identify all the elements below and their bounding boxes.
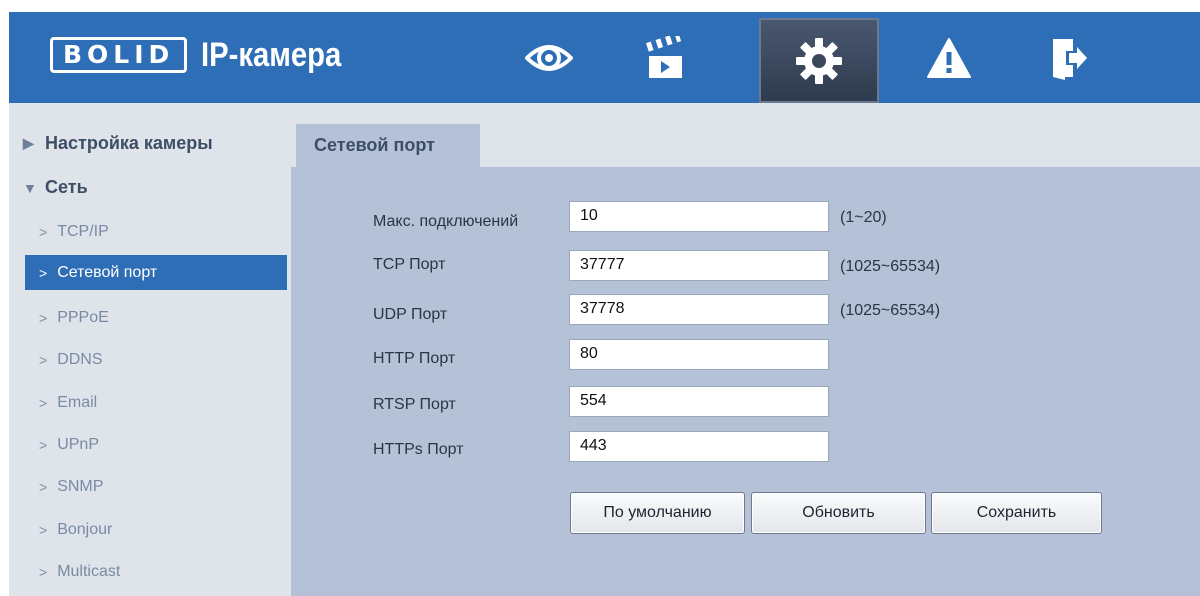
tcp-port-range: (1025~65534) <box>840 258 941 275</box>
logout-icon <box>1053 38 1087 80</box>
udp-port-label: UDP Порт <box>373 306 448 323</box>
sidebar-item-label: Bonjour <box>57 520 113 538</box>
tcp-port-input[interactable] <box>569 250 829 281</box>
sidebar-item-multicast[interactable]: > Multicast <box>25 554 287 589</box>
eye-icon <box>525 44 573 71</box>
chevron-right-icon: > <box>39 264 48 281</box>
sidebar-item-label: PPPoE <box>57 308 109 326</box>
sidebar-item-label: DDNS <box>57 350 103 368</box>
warning-icon <box>927 37 971 78</box>
tab-strip: Сетевой порт <box>291 103 1200 167</box>
chevron-right-icon: > <box>39 223 48 240</box>
chevron-right-icon: > <box>39 394 48 411</box>
top-header: BOLID IP-камера <box>9 12 1200 103</box>
sidebar-group-camera-settings[interactable]: ▶ Настройка камеры <box>23 133 213 154</box>
refresh-button[interactable]: Обновить <box>751 492 926 534</box>
app-title: IP-камера <box>201 36 342 74</box>
tcp-port-label: TCP Порт <box>373 256 446 273</box>
main-panel: Сетевой порт Макс. подключений (1~20) TC… <box>291 103 1200 596</box>
sidebar-item-label: SNMP <box>57 477 104 495</box>
sidebar-item-network-port[interactable]: > Сетевой порт <box>25 255 287 290</box>
udp-port-range: (1025~65534) <box>840 302 941 319</box>
http-port-input[interactable] <box>569 339 829 370</box>
triangle-down-icon: ▼ <box>23 179 37 196</box>
sidebar-item-label: UPnP <box>57 435 99 453</box>
nav-alarm-button[interactable] <box>889 12 1009 103</box>
max-connections-label: Макс. подключений <box>373 213 519 230</box>
clapperboard-icon <box>646 35 682 78</box>
sidebar-item-ddns[interactable]: > DDNS <box>25 342 287 377</box>
sidebar-item-tcpip[interactable]: > TCP/IP <box>25 214 287 249</box>
save-button[interactable]: Сохранить <box>931 492 1102 534</box>
sidebar-item-upnp[interactable]: > UPnP <box>25 427 287 462</box>
default-button[interactable]: По умолчанию <box>570 492 745 534</box>
rtsp-port-label: RTSP Порт <box>373 396 456 413</box>
sidebar-group-network[interactable]: ▼ Сеть <box>23 177 88 198</box>
sidebar-item-label: Multicast <box>57 562 121 580</box>
logo: BOLID IP-камера <box>50 35 364 75</box>
nav-settings-button[interactable] <box>759 18 879 103</box>
sidebar-item-email[interactable]: > Email <box>25 385 287 420</box>
http-port-label: HTTP Порт <box>373 350 456 367</box>
rtsp-port-input[interactable] <box>569 386 829 417</box>
nav-playback-button[interactable] <box>605 12 725 103</box>
gear-icon <box>796 37 842 84</box>
nav-logout-button[interactable] <box>1009 12 1129 103</box>
sidebar-item-label: Сетевой порт <box>57 263 158 281</box>
sidebar-item-pppoe[interactable]: > PPPoE <box>25 300 287 335</box>
triangle-right-icon: ▶ <box>23 135 34 151</box>
max-connections-input[interactable] <box>569 201 829 232</box>
sidebar-group-label: Сеть <box>45 177 88 197</box>
max-connections-range: (1~20) <box>840 209 887 226</box>
chevron-right-icon: > <box>39 351 48 368</box>
chevron-right-icon: > <box>39 436 48 453</box>
sidebar-group-label: Настройка камеры <box>45 133 213 153</box>
chevron-right-icon: > <box>39 563 48 580</box>
chevron-right-icon: > <box>39 478 48 495</box>
chevron-right-icon: > <box>39 309 48 326</box>
sidebar: ▶ Настройка камеры ▼ Сеть > TCP/IP > Сет… <box>9 103 291 596</box>
udp-port-input[interactable] <box>569 294 829 325</box>
sidebar-item-snmp[interactable]: > SNMP <box>25 469 287 504</box>
nav-live-view-button[interactable] <box>489 12 609 103</box>
https-port-input[interactable] <box>569 431 829 462</box>
sidebar-item-bonjour[interactable]: > Bonjour <box>25 512 287 547</box>
sidebar-item-label: TCP/IP <box>57 222 109 240</box>
chevron-right-icon: > <box>39 521 48 538</box>
sidebar-item-label: Email <box>57 393 98 411</box>
tab-network-port[interactable]: Сетевой порт <box>296 124 480 167</box>
https-port-label: HTTPs Порт <box>373 441 464 458</box>
logo-bolid: BOLID <box>50 37 188 73</box>
